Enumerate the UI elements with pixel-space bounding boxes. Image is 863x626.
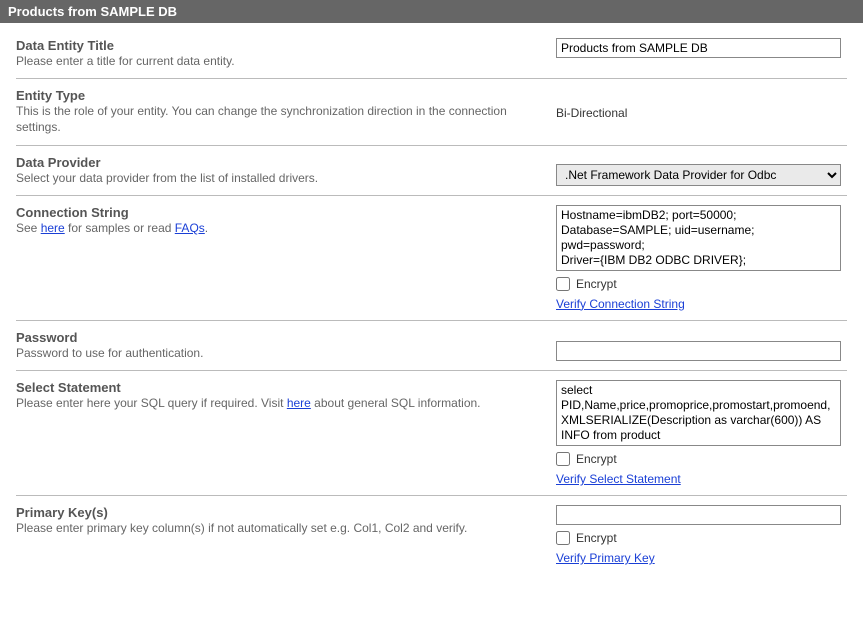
field-desc: Please enter primary key column(s) if no… (16, 520, 536, 536)
section-data-entity-title: Data Entity Title Please enter a title f… (16, 29, 847, 79)
field-control-block (556, 38, 847, 69)
verify-connection-string-link[interactable]: Verify Connection String (556, 297, 847, 311)
field-control-block: Hostname=ibmDB2; port=50000; Database=SA… (556, 205, 847, 311)
section-password: Password Password to use for authenticat… (16, 321, 847, 371)
field-label: Connection String (16, 205, 536, 220)
field-desc: This is the role of your entity. You can… (16, 103, 536, 135)
field-control-block: Encrypt Verify Primary Key (556, 505, 847, 565)
window-title: Products from SAMPLE DB (8, 4, 177, 19)
field-label: Data Provider (16, 155, 536, 170)
field-desc: See here for samples or read FAQs. (16, 220, 536, 236)
primary-keys-input[interactable] (556, 505, 841, 525)
field-control-block: .Net Framework Data Provider for Odbc (556, 155, 847, 186)
encrypt-row: Encrypt (556, 531, 847, 545)
form-content: Data Entity Title Please enter a title f… (0, 23, 863, 584)
select-statement-textarea[interactable]: select PID,Name,price,promoprice,promost… (556, 380, 841, 446)
field-label-block: Password Password to use for authenticat… (16, 330, 556, 361)
field-control-block (556, 330, 847, 361)
encrypt-row: Encrypt (556, 277, 847, 291)
field-label-block: Connection String See here for samples o… (16, 205, 556, 311)
primary-keys-encrypt-checkbox[interactable] (556, 531, 570, 545)
field-label: Data Entity Title (16, 38, 536, 53)
field-label: Primary Key(s) (16, 505, 536, 520)
connection-string-encrypt-checkbox[interactable] (556, 277, 570, 291)
field-label-block: Data Entity Title Please enter a title f… (16, 38, 556, 69)
section-data-provider: Data Provider Select your data provider … (16, 146, 847, 196)
samples-link[interactable]: here (41, 221, 65, 235)
encrypt-row: Encrypt (556, 452, 847, 466)
field-label-block: Primary Key(s) Please enter primary key … (16, 505, 556, 565)
field-desc: Please enter here your SQL query if requ… (16, 395, 536, 411)
field-control-block: select PID,Name,price,promoprice,promost… (556, 380, 847, 486)
field-label-block: Data Provider Select your data provider … (16, 155, 556, 186)
field-label: Select Statement (16, 380, 536, 395)
encrypt-label: Encrypt (576, 277, 617, 291)
field-label-block: Select Statement Please enter here your … (16, 380, 556, 486)
window-title-bar: Products from SAMPLE DB (0, 0, 863, 23)
field-label: Entity Type (16, 88, 536, 103)
data-entity-title-input[interactable] (556, 38, 841, 58)
field-label-block: Entity Type This is the role of your ent… (16, 88, 556, 135)
section-primary-keys: Primary Key(s) Please enter primary key … (16, 496, 847, 574)
entity-type-value: Bi-Directional (556, 104, 847, 120)
encrypt-label: Encrypt (576, 452, 617, 466)
select-statement-encrypt-checkbox[interactable] (556, 452, 570, 466)
verify-select-statement-link[interactable]: Verify Select Statement (556, 472, 847, 486)
field-control-block: Bi-Directional (556, 88, 847, 135)
encrypt-label: Encrypt (576, 531, 617, 545)
section-connection-string: Connection String See here for samples o… (16, 196, 847, 321)
field-desc: Please enter a title for current data en… (16, 53, 536, 69)
password-input[interactable] (556, 341, 841, 361)
data-provider-select[interactable]: .Net Framework Data Provider for Odbc (556, 164, 841, 186)
verify-primary-key-link[interactable]: Verify Primary Key (556, 551, 847, 565)
sql-help-link[interactable]: here (287, 396, 311, 410)
connection-string-textarea[interactable]: Hostname=ibmDB2; port=50000; Database=SA… (556, 205, 841, 271)
field-desc: Select your data provider from the list … (16, 170, 536, 186)
field-desc: Password to use for authentication. (16, 345, 536, 361)
field-label: Password (16, 330, 536, 345)
section-select-statement: Select Statement Please enter here your … (16, 371, 847, 496)
section-entity-type: Entity Type This is the role of your ent… (16, 79, 847, 145)
faqs-link[interactable]: FAQs (175, 221, 205, 235)
